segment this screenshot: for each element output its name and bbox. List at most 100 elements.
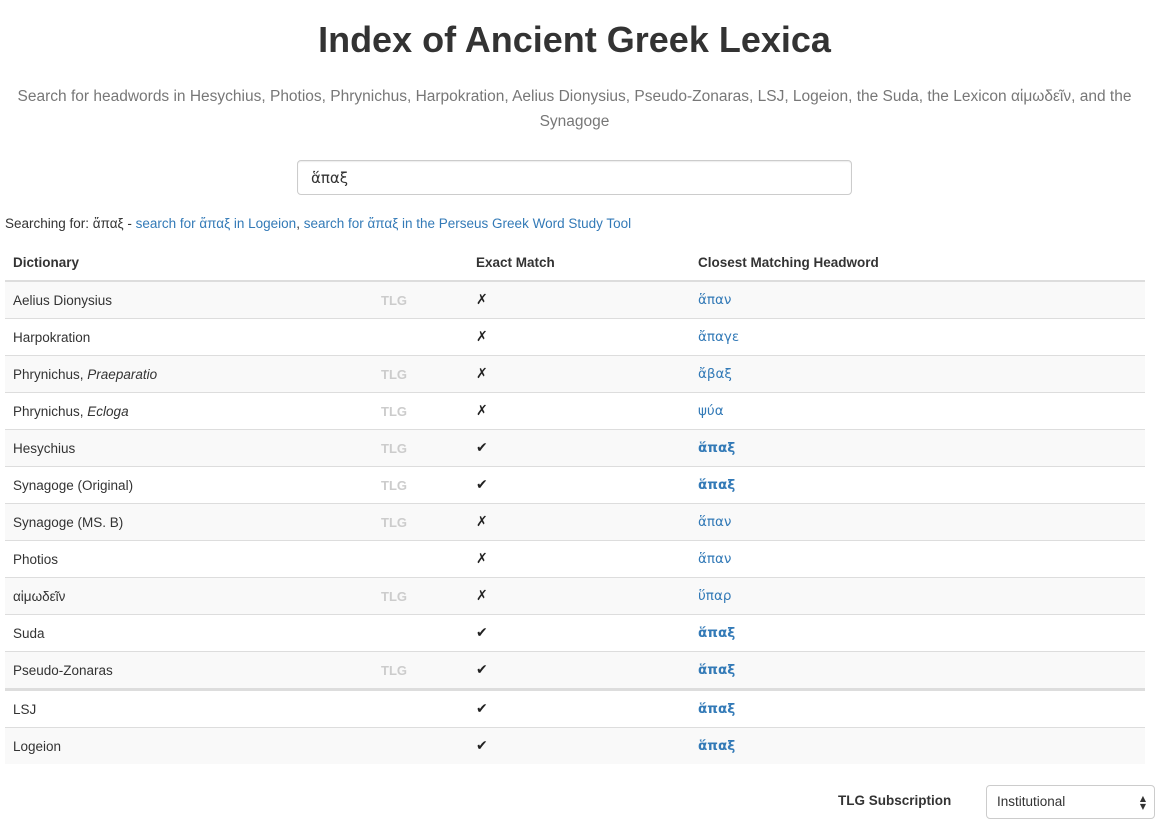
cross-icon: ✗ <box>468 318 690 356</box>
table-row: Suda ✔ ἅπαξ <box>5 614 1145 652</box>
tlg-badge <box>373 688 468 728</box>
headword-link[interactable]: ὕπαρ <box>698 588 731 604</box>
headword-link[interactable]: ἅπαξ <box>698 440 735 456</box>
table-row: Synagoge (Original) TLG ✔ ἅπαξ <box>5 466 1145 504</box>
results-body: Aelius Dionysius TLG ✗ ἅπαν Harpokration ✗ ἄπα… <box>5 281 1145 764</box>
cross-icon: ✗ <box>468 540 690 578</box>
dictionary-cell: Harpokration <box>5 318 373 356</box>
tlg-subscription: TLG Subscription Institutional ▲ ▼ <box>838 785 1156 819</box>
cross-icon: ✗ <box>468 355 690 393</box>
dictionary-name: Hesychius <box>13 440 76 456</box>
headword-link[interactable]: ἄπαγε <box>698 329 739 345</box>
dictionary-cell: Pseudo-Zonaras <box>5 651 373 690</box>
table-row: Phrynichus, Ecloga TLG ✗ ψύα <box>5 392 1145 430</box>
dictionary-cell: Aelius Dionysius <box>5 281 373 319</box>
cross-icon: ✗ <box>468 281 690 319</box>
tlg-badge <box>373 727 468 764</box>
results-table: Dictionary Exact Match Closest Matching … <box>5 245 1145 764</box>
dictionary-name: LSJ <box>13 701 37 717</box>
dictionary-cell: Synagoge (Original) <box>5 466 373 504</box>
dictionary-name: Logeion <box>13 738 62 754</box>
closest-headword-cell: ἄπαγε <box>690 318 1145 356</box>
search-input[interactable] <box>297 160 852 195</box>
table-row: LSJ ✔ ἅπαξ <box>5 688 1145 728</box>
cross-icon: ✗ <box>468 392 690 430</box>
header-closest-headword: Closest Matching Headword <box>690 245 1145 282</box>
perseus-search-link[interactable]: search for ἅπαξ in the Perseus Greek Wor… <box>304 216 631 231</box>
tlg-badge: TLG <box>373 355 468 393</box>
tlg-badge: TLG <box>373 577 468 615</box>
dictionary-name: Synagoge (MS. B) <box>13 514 124 530</box>
dictionary-name: αἱμωδεῖν <box>13 588 66 604</box>
tlg-badge: TLG <box>373 392 468 430</box>
headword-link[interactable]: ἅπαξ <box>698 662 735 678</box>
headword-link[interactable]: ἅπαν <box>698 292 731 308</box>
cross-icon: ✗ <box>468 503 690 541</box>
logeion-search-link[interactable]: search for ἅπαξ in Logeion <box>136 216 297 231</box>
tlg-badge <box>373 318 468 356</box>
dictionary-name: Harpokration <box>13 329 91 345</box>
closest-headword-cell: ψύα <box>690 392 1145 430</box>
dictionary-cell: αἱμωδεῖν <box>5 577 373 615</box>
tlg-badge: TLG <box>373 466 468 504</box>
check-icon: ✔ <box>468 429 690 467</box>
closest-headword-cell: ἅπαξ <box>690 688 1145 728</box>
table-row: Aelius Dionysius TLG ✗ ἅπαν <box>5 281 1145 319</box>
check-icon: ✔ <box>468 466 690 504</box>
table-row: Synagoge (MS. B) TLG ✗ ἅπαν <box>5 503 1145 541</box>
header-exact-match: Exact Match <box>468 245 690 282</box>
dictionary-cell: Logeion <box>5 727 373 764</box>
dictionary-cell: Suda <box>5 614 373 652</box>
headword-link[interactable]: ἅπαν <box>698 514 731 530</box>
check-icon: ✔ <box>468 727 690 764</box>
dictionary-cell: Phrynichus, Ecloga <box>5 392 373 430</box>
tlg-subscription-label: TLG Subscription <box>838 793 952 808</box>
dictionary-cell: LSJ <box>5 688 373 728</box>
headword-link[interactable]: ἅπαξ <box>698 701 735 717</box>
table-row: Hesychius TLG ✔ ἅπαξ <box>5 429 1145 467</box>
tlg-badge: TLG <box>373 429 468 467</box>
dictionary-work-title: Ecloga <box>87 403 129 419</box>
header-tlg <box>373 245 468 282</box>
dictionary-cell: Photios <box>5 540 373 578</box>
dictionary-name: Pseudo-Zonaras <box>13 662 113 678</box>
headword-link[interactable]: ἅπαν <box>698 551 731 567</box>
tlg-subscription-select[interactable]: Institutional ▲ ▼ <box>986 785 1155 819</box>
closest-headword-cell: ἅπαξ <box>690 429 1145 467</box>
dictionary-name: Aelius Dionysius <box>13 292 113 308</box>
table-row: Photios ✗ ἅπαν <box>5 540 1145 578</box>
tlg-badge: TLG <box>373 503 468 541</box>
search-box <box>297 160 852 195</box>
searching-separator: , <box>296 216 304 231</box>
searching-prefix: Searching for: ἅπαξ - <box>5 216 136 231</box>
cross-icon: ✗ <box>468 577 690 615</box>
check-icon: ✔ <box>468 614 690 652</box>
table-row: αἱμωδεῖν TLG ✗ ὕπαρ <box>5 577 1145 615</box>
closest-headword-cell: ὕπαρ <box>690 577 1145 615</box>
headword-link[interactable]: ἅπαξ <box>698 625 735 641</box>
tlg-badge: TLG <box>373 651 468 690</box>
headword-link[interactable]: ἅπαξ <box>698 738 735 754</box>
closest-headword-cell: ἅπαξ <box>690 727 1145 764</box>
headword-link[interactable]: ψύα <box>698 403 724 419</box>
closest-headword-cell: ἅπαν <box>690 281 1145 319</box>
closest-headword-cell: ἅπαν <box>690 503 1145 541</box>
headword-link[interactable]: ἅπαξ <box>698 477 735 493</box>
dictionary-name: Phrynichus, <box>13 403 88 419</box>
results-header-row: Dictionary Exact Match Closest Matching … <box>5 245 1145 282</box>
dictionary-name: Photios <box>13 551 59 567</box>
closest-headword-cell: ἅπαξ <box>690 466 1145 504</box>
tlg-badge <box>373 614 468 652</box>
closest-headword-cell: ἅπαξ <box>690 614 1145 652</box>
select-arrows-icon: ▲ ▼ <box>1139 794 1146 811</box>
dictionary-cell: Hesychius <box>5 429 373 467</box>
table-row: Harpokration ✗ ἄπαγε <box>5 318 1145 356</box>
tlg-badge <box>373 540 468 578</box>
page-subtitle: Search for headwords in Hesychius, Photi… <box>17 88 1132 130</box>
table-row: Logeion ✔ ἅπαξ <box>5 727 1145 764</box>
headword-link[interactable]: ἄβαξ <box>698 366 732 382</box>
dictionary-name: Synagoge (Original) <box>13 477 134 493</box>
closest-headword-cell: ἅπαξ <box>690 651 1145 690</box>
page: Index of Ancient Greek Lexica Search for… <box>0 0 1167 831</box>
closest-headword-cell: ἄβαξ <box>690 355 1145 393</box>
